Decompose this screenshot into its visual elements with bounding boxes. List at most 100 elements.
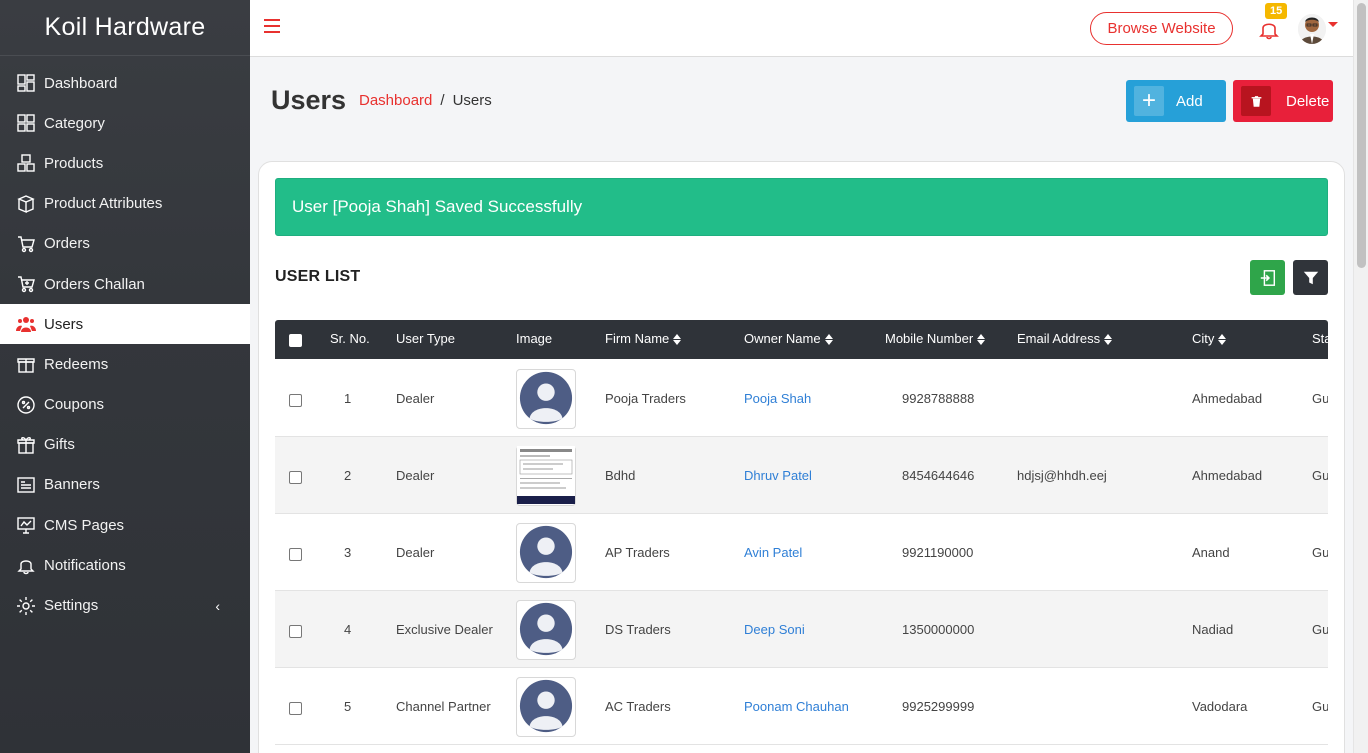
select-all-checkbox[interactable] [289,334,302,347]
cell-sr-no: 3 [344,545,352,560]
sidebar-item-label: Users [44,315,84,333]
sort-icon[interactable] [673,334,682,346]
cell-owner-name-link[interactable]: Poonam Chauhan [744,699,849,714]
chevron-left-icon[interactable]: ‹ [215,598,220,614]
cell-state: Gu [1312,391,1328,406]
sidebar-nav: Dashboard Category Products Product Attr… [0,63,250,626]
trash-icon [1241,86,1271,116]
cell-city: Ahmedabad [1192,391,1263,406]
sidebar-item-cms-pages[interactable]: CMS Pages [0,505,250,545]
sidebar-item-products[interactable]: Products [0,143,250,183]
cell-owner-name-link[interactable]: Deep Soni [744,622,805,637]
cell-user-type: Dealer [396,391,435,406]
gift-icon [16,435,36,455]
table-header: Sr. No. User Type Image Firm Name Owner … [275,320,1328,359]
cell-owner-name-link[interactable]: Dhruv Patel [744,468,812,483]
hamburger-menu-icon[interactable] [264,19,280,35]
user-image[interactable] [516,523,576,583]
table-row[interactable]: 5 Channel Partner AC Traders Poonam Chauhan… [275,668,1328,745]
sort-icon[interactable] [824,334,833,346]
row-checkbox[interactable] [289,394,302,407]
col-city[interactable]: City [1192,331,1227,346]
sidebar-item-redeems[interactable]: Redeems [0,344,250,384]
sidebar-item-settings[interactable]: Settings ‹ [0,585,250,625]
col-image: Image [516,331,553,346]
cell-user-type: Dealer [396,468,435,483]
col-city-label: City [1192,331,1215,346]
user-avatar[interactable] [1298,14,1326,44]
browse-website-button[interactable]: Browse Website [1090,12,1233,45]
sidebar-item-category[interactable]: Category [0,103,250,143]
table-row[interactable]: 2 Dealer Bdhd Dhruv Patel 8454644646 hdjsj@hh… [275,437,1328,514]
orders-icon [16,234,36,254]
sort-icon[interactable] [1104,334,1113,346]
breadcrumb-dashboard-link[interactable]: Dashboard [359,92,432,109]
col-user-type: User Type [396,331,456,346]
sidebar-item-banners[interactable]: Banners [0,465,250,505]
col-state: Sta [1312,331,1328,346]
col-firm-name-label: Firm Name [605,331,670,346]
sidebar-item-notifications[interactable]: Notifications [0,545,250,585]
coupon-icon [16,395,36,415]
sidebar-item-gifts[interactable]: Gifts [0,425,250,465]
col-owner-name[interactable]: Owner Name [744,331,833,346]
cell-state: Gu [1312,468,1328,483]
sort-icon[interactable] [977,334,986,346]
cell-firm-name: Pooja Traders [605,391,686,406]
table-row[interactable]: 3 Dealer AP Traders Avin Patel 9921190000 Ana… [275,514,1328,591]
table-row[interactable]: 1 Dealer Pooja Traders Pooja Shah 9928788888… [275,360,1328,437]
user-image[interactable] [516,445,576,506]
row-checkbox[interactable] [289,548,302,561]
sidebar-item-dashboard[interactable]: Dashboard [0,63,250,103]
cell-mobile-number: 8454644646 [902,468,975,483]
col-owner-name-label: Owner Name [744,331,821,346]
sidebar-item-label: Gifts [44,436,75,454]
sidebar-item-coupons[interactable]: Coupons [0,385,250,425]
export-button[interactable] [1250,260,1285,295]
sort-icon[interactable] [1218,334,1227,346]
cell-user-type: Dealer [396,545,435,560]
cell-owner-name-link[interactable]: Avin Patel [744,545,802,560]
filter-icon [1303,271,1318,284]
notification-count-badge: 15 [1265,3,1288,19]
sidebar-item-label: CMS Pages [44,516,125,534]
row-checkbox[interactable] [289,471,302,484]
add-user-button[interactable]: + Add [1126,80,1226,122]
notification-bell-icon[interactable] [1257,17,1281,41]
cell-city: Vadodara [1192,699,1248,714]
user-image[interactable] [516,677,576,737]
filter-button[interactable] [1293,260,1328,295]
user-image[interactable] [516,600,576,660]
dashboard-icon [16,73,36,93]
cell-owner-name-link[interactable]: Pooja Shah [744,391,811,406]
topbar: Browse Website 15 [250,0,1353,57]
col-mobile-number[interactable]: Mobile Number [885,331,986,346]
avatar-placeholder-icon [518,370,574,429]
row-checkbox[interactable] [289,702,302,715]
page-scrollbar[interactable] [1353,0,1368,753]
brand-logo[interactable]: Koil Hardware [0,0,250,56]
sidebar-item-orders-challan[interactable]: Orders Challan [0,264,250,304]
table-row[interactable]: 4 Exclusive Dealer DS Traders Deep Soni 1350… [275,591,1328,668]
sidebar-item-product-attributes[interactable]: Product Attributes [0,184,250,224]
attributes-icon [16,194,36,214]
cell-user-type: Channel Partner [396,699,491,714]
breadcrumb: Dashboard / Users [359,92,492,109]
cms-icon [16,515,36,535]
scrollbar-thumb[interactable] [1357,3,1366,268]
col-email-address[interactable]: Email Address [1017,331,1113,346]
add-button-label: Add [1176,92,1203,110]
row-checkbox[interactable] [289,625,302,638]
avatar-placeholder-icon [518,601,574,660]
chevron-down-icon[interactable] [1328,22,1338,27]
success-alert: User [Pooja Shah] Saved Successfully [275,178,1328,236]
bell-icon [16,555,36,575]
sidebar-item-users[interactable]: Users [0,304,250,345]
breadcrumb-separator: / [440,92,445,109]
col-firm-name[interactable]: Firm Name [605,331,682,346]
sidebar-item-label: Notifications [44,556,126,574]
delete-users-button[interactable]: Delete [1233,80,1333,122]
redeem-icon [16,354,36,374]
user-image[interactable] [516,369,576,429]
sidebar-item-orders[interactable]: Orders [0,224,250,264]
